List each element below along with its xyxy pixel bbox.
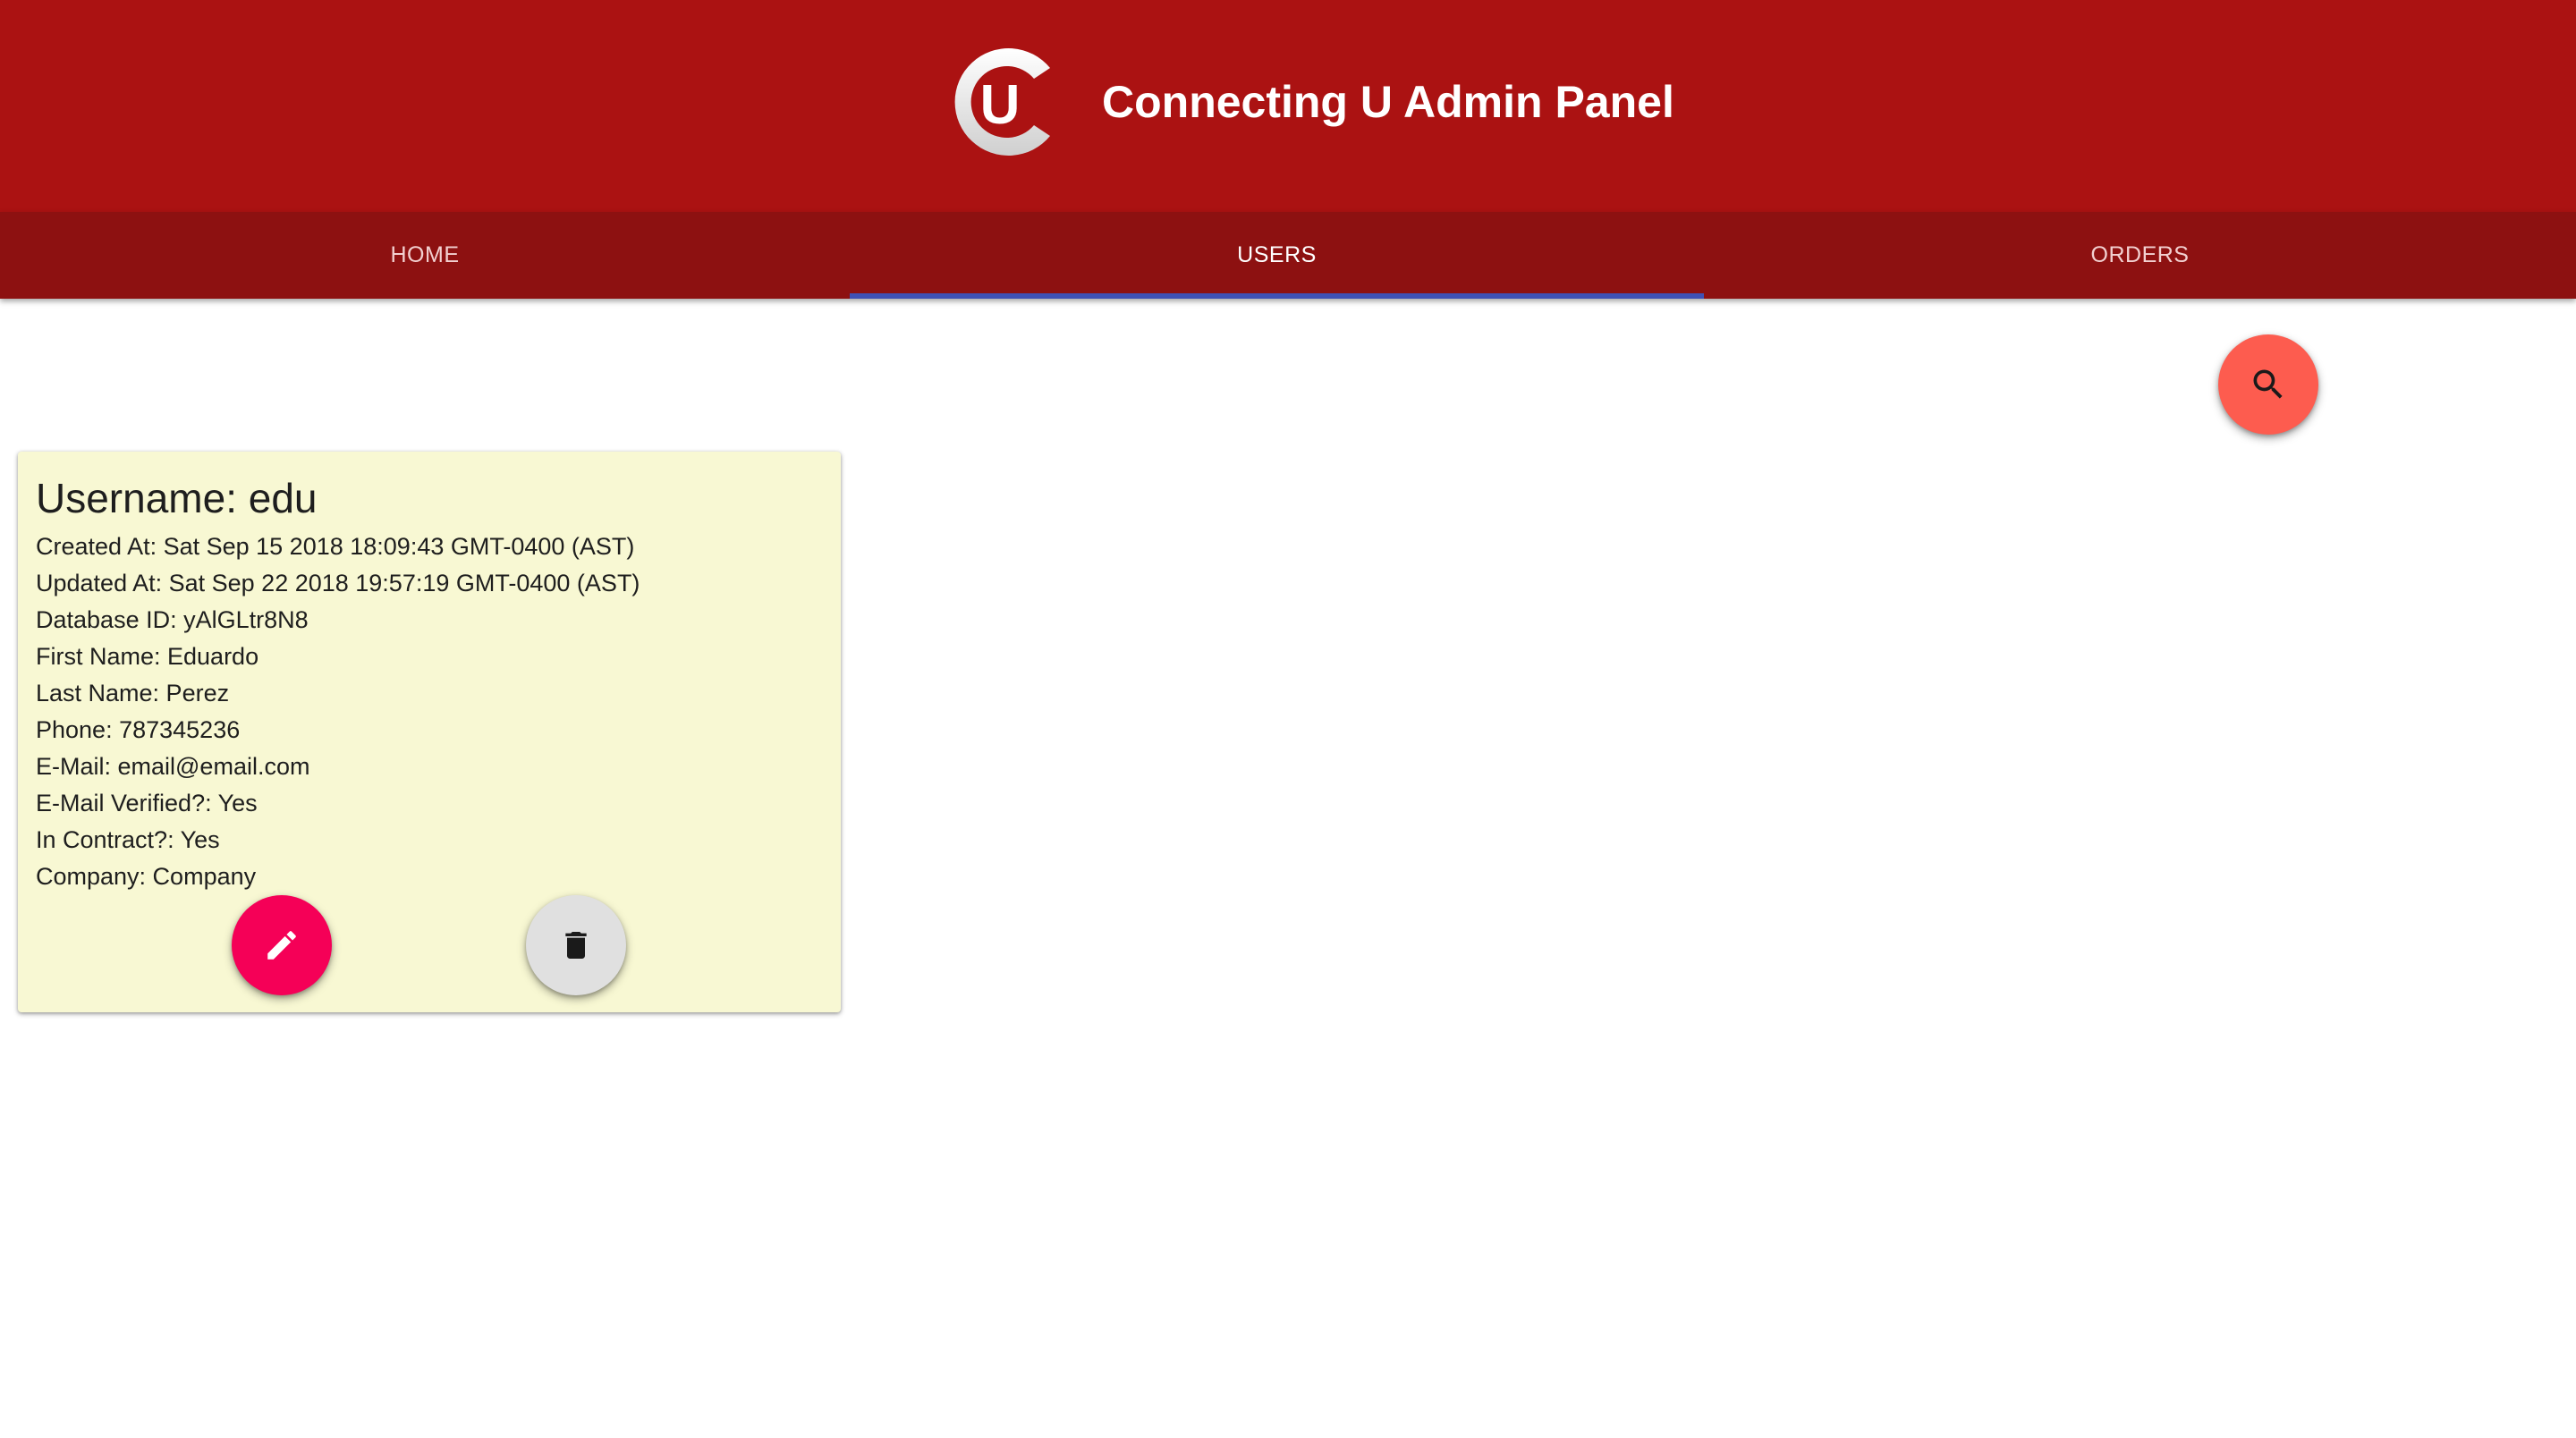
app-title: Connecting U Admin Panel <box>1102 77 1674 127</box>
delete-user-button[interactable] <box>526 895 626 995</box>
active-tab-indicator <box>850 293 1704 299</box>
tab-orders[interactable]: ORDERS <box>1704 212 2576 299</box>
pencil-icon <box>267 931 296 960</box>
user-details-list: Created At: Sat Sep 15 2018 18:09:43 GMT… <box>36 529 640 895</box>
created-at-field: Created At: Sat Sep 15 2018 18:09:43 GMT… <box>36 533 635 560</box>
database-id-field: Database ID: yAlGLtr8N8 <box>36 606 309 633</box>
trash-icon <box>565 932 587 959</box>
logo-letter: U <box>980 74 1021 136</box>
email-field: E-Mail: email@email.com <box>36 753 310 780</box>
tab-bar: HOME USERS ORDERS <box>0 212 2576 299</box>
user-card-title: Username: edu <box>36 475 318 521</box>
connecting-u-logo: U <box>954 48 1050 156</box>
app-header: U Connecting U Admin Panel <box>0 0 2576 212</box>
user-card: Username: edu Created At: Sat Sep 15 201… <box>18 452 841 1012</box>
email-verified-field: E-Mail Verified?: Yes <box>36 790 258 816</box>
search-button[interactable] <box>2218 334 2318 435</box>
search-icon <box>2253 369 2283 399</box>
first-name-field: First Name: Eduardo <box>36 643 259 670</box>
updated-at-field: Updated At: Sat Sep 22 2018 19:57:19 GMT… <box>36 570 640 596</box>
edit-user-button[interactable] <box>232 895 332 995</box>
in-contract-field: In Contract?: Yes <box>36 826 220 853</box>
last-name-field: Last Name: Perez <box>36 680 230 706</box>
tab-home[interactable]: HOME <box>0 212 850 299</box>
phone-field: Phone: 787345236 <box>36 716 241 743</box>
tab-users[interactable]: USERS <box>850 212 1704 299</box>
company-field: Company: Company <box>36 863 257 890</box>
